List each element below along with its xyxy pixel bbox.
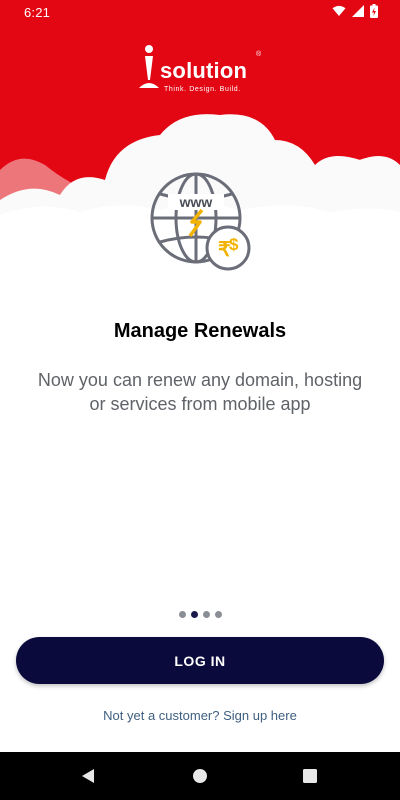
brand-logo: solution ® Think. Design. Build. xyxy=(138,40,268,98)
home-icon[interactable] xyxy=(192,768,208,784)
pager-dot[interactable] xyxy=(202,611,210,618)
signal-icon xyxy=(352,5,364,17)
system-nav-bar xyxy=(0,752,400,800)
recents-icon[interactable] xyxy=(303,769,317,783)
wifi-icon xyxy=(332,5,346,16)
status-icons xyxy=(332,4,378,18)
brand-name: solution xyxy=(160,58,248,83)
onboarding-subtitle: Now you can renew any domain, hosting or… xyxy=(37,370,363,414)
illustration-www-text: www xyxy=(179,194,213,210)
back-icon[interactable] xyxy=(80,768,96,784)
globe-www-rupee-dollar-icon: www ₹ $ xyxy=(148,170,252,274)
pager-dot-active[interactable] xyxy=(190,611,198,618)
login-button[interactable]: LOG IN xyxy=(16,637,384,684)
status-time: 6:21 xyxy=(24,5,51,20)
logo-i-mark xyxy=(139,45,159,88)
pager-dot[interactable] xyxy=(178,611,186,618)
battery-charging-icon xyxy=(370,4,378,18)
brand-registered: ® xyxy=(256,51,262,58)
pager-indicator xyxy=(0,611,400,618)
brand-tagline: Think. Design. Build. xyxy=(164,86,241,93)
status-bar: 6:21 xyxy=(0,0,400,24)
svg-text:$: $ xyxy=(229,235,239,254)
onboarding-title: Manage Renewals xyxy=(113,320,287,342)
signup-link[interactable]: Not yet a customer? Sign up here xyxy=(0,708,400,723)
pager-dot[interactable] xyxy=(214,611,222,618)
